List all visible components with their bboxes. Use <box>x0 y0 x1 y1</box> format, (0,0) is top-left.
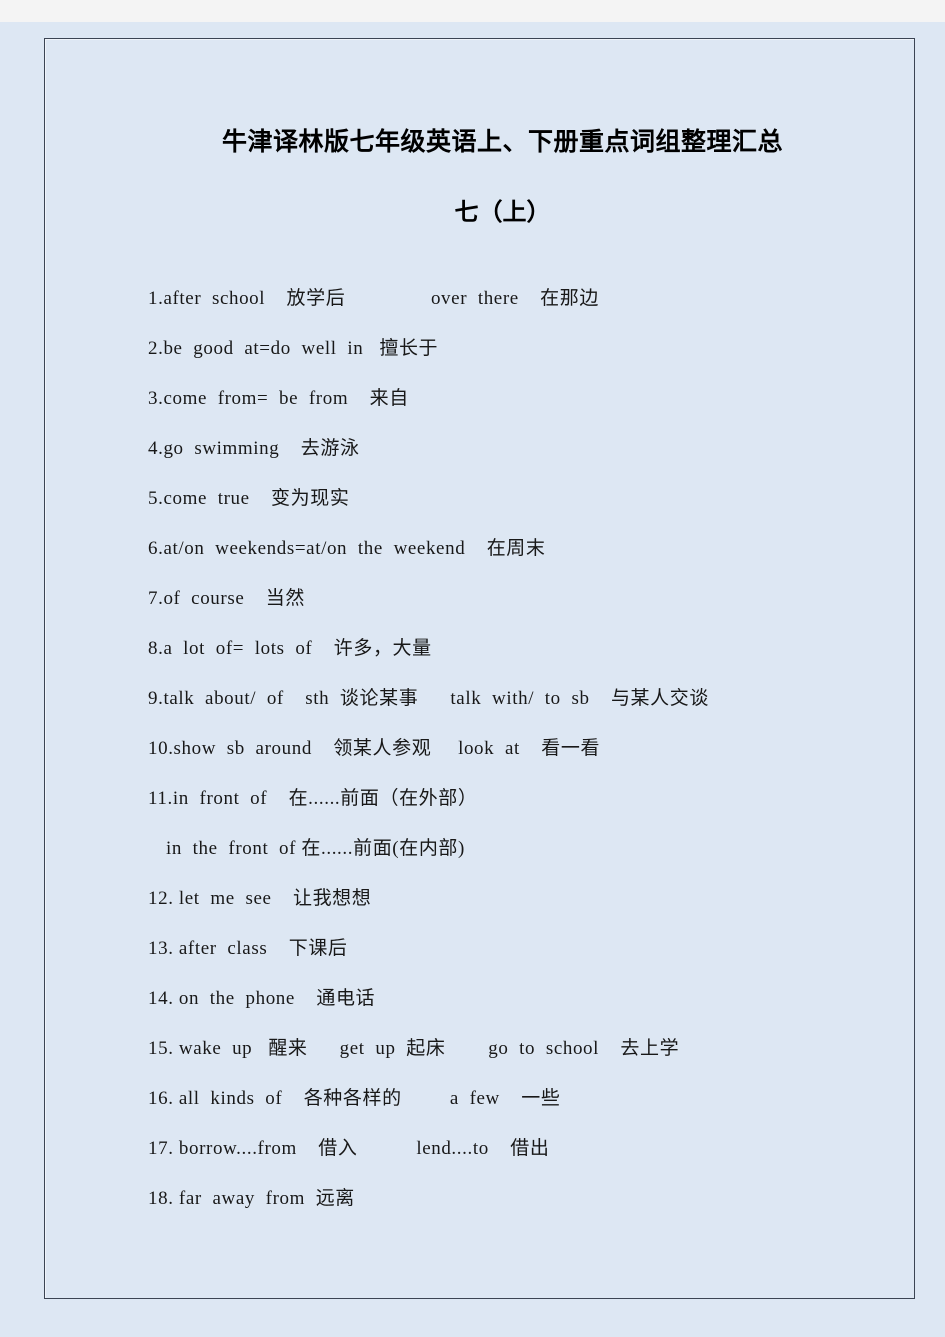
phrase-list: 1.after school 放学后 over there 在那边 2.be go… <box>148 274 868 1224</box>
phrase-line: 7.of course 当然 <box>148 587 305 609</box>
phrase-line: 6.at/on weekends=at/on the weekend 在周末 <box>148 537 546 559</box>
phrase-line: 14. on the phone 通电话 <box>148 987 376 1009</box>
page-title: 牛津译林版七年级英语上、下册重点词组整理汇总 <box>221 127 783 156</box>
phrase-line: 5.come true 变为现实 <box>148 487 350 509</box>
phrase-line: 13. after class 下课后 <box>148 937 348 959</box>
phrase-line: 12. let me see 让我想想 <box>148 887 372 909</box>
phrase-line: 8.a lot of= lots of 许多，大量 <box>148 637 432 659</box>
document-content: 牛津译林版七年级英语上、下册重点词组整理汇总 七（上） 1.after scho… <box>148 38 868 1224</box>
page-subtitle: 七（上） <box>454 198 551 226</box>
phrase-line: 11.in front of 在......前面（在外部） <box>148 787 478 809</box>
phrase-line: 1.after school 放学后 over there 在那边 <box>148 287 599 309</box>
phrase-line: 2.be good at=do well in 擅长于 <box>148 337 439 359</box>
phrase-line: 18. far away from 远离 <box>148 1187 355 1209</box>
phrase-line: 17. borrow....from 借入 lend....to 借出 <box>148 1137 550 1159</box>
phrase-line: in the front of 在......前面(在内部) <box>166 837 465 859</box>
phrase-line: 9.talk about/ of sth 谈论某事 talk with/ to … <box>148 687 709 709</box>
phrase-line: 4.go swimming 去游泳 <box>148 437 360 459</box>
phrase-line: 16. all kinds of 各种各样的 a few 一些 <box>148 1087 561 1109</box>
phrase-line: 10.show sb around 领某人参观 look at 看一看 <box>148 737 601 759</box>
phrase-line: 3.come from= be from 来自 <box>148 387 409 409</box>
phrase-line: 15. wake up 醒来 get up 起床 go to school 去上… <box>148 1037 680 1059</box>
